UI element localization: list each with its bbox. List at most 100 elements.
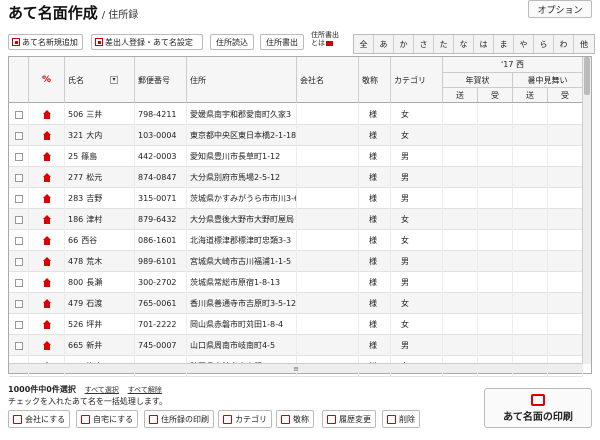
set-home-button[interactable]: 自宅にする (76, 410, 139, 428)
set-company-button[interactable]: 会社にする (8, 410, 71, 428)
row-category: 男 (391, 251, 443, 272)
row-checkbox-cell (9, 272, 29, 293)
table-row[interactable]: 321 大内 103-0004 東京都中央区東日本橋2-1-18 様女 (9, 125, 583, 146)
header-address[interactable]: 住所 (187, 57, 297, 103)
table-row[interactable]: 186 津村 879-6432 大分県豊後大野市大野町屋局様女 (9, 209, 583, 230)
row-mail-cell (443, 230, 478, 251)
row-checkbox[interactable] (14, 173, 23, 182)
row-mail-cell (478, 314, 513, 335)
table-row[interactable]: 283 吉野 315-0071 茨城県かすみがうら市市川3-6 様男 (9, 188, 583, 209)
selection-count: 1000件中0件選択 (8, 385, 76, 394)
kana-tab[interactable]: わ (554, 35, 574, 53)
horizontal-scrollbar[interactable]: ≡ (9, 363, 583, 373)
row-category: 男 (391, 188, 443, 209)
row-company (297, 230, 359, 251)
row-checkbox[interactable] (14, 257, 23, 266)
table-row[interactable]: 506 三井 798-4211 愛媛県南宇和郡愛南町久家3 様女 (9, 104, 583, 125)
row-name: 479 石渡 (65, 293, 135, 314)
row-mail-cell (478, 230, 513, 251)
row-checkbox[interactable] (14, 299, 23, 308)
table-row[interactable]: 665 新井 745-0007 山口県周南市岐南町4-5 様男 (9, 335, 583, 356)
header-type-col[interactable]: % (29, 57, 65, 103)
row-mail-cell (443, 146, 478, 167)
kana-tab[interactable]: た (434, 35, 454, 53)
kana-tab[interactable]: や (514, 35, 534, 53)
table-row[interactable]: 800 長瀬 300-2702 茨城県常総市原宿1-8-13 様男 (9, 272, 583, 293)
header-honorific[interactable]: 敬称 (359, 57, 391, 103)
row-mail-cell (548, 146, 583, 167)
home-icon (42, 320, 51, 329)
table-row[interactable]: 479 石渡 765-0061 香川県善通寺市吉原町3-5-12 様女 (9, 293, 583, 314)
import-button[interactable]: 住所読込 (210, 34, 254, 50)
row-checkbox[interactable] (14, 131, 23, 140)
honorific-icon (281, 414, 290, 424)
row-category: 男 (391, 146, 443, 167)
kana-tab[interactable]: な (454, 35, 474, 53)
print-list-button[interactable]: 住所録の印刷 (144, 410, 214, 428)
row-checkbox[interactable] (14, 320, 23, 329)
sort-icon[interactable]: ▾ (110, 76, 118, 84)
row-checkbox[interactable] (14, 341, 23, 350)
row-category: 女 (391, 314, 443, 335)
print-address-button[interactable]: あて名面の印刷 (484, 388, 592, 428)
row-checkbox[interactable] (14, 194, 23, 203)
export-button[interactable]: 住所書出 (260, 34, 304, 50)
page-subtitle: / 住所録 (101, 10, 139, 21)
kana-tab[interactable]: ま (494, 35, 514, 53)
row-address: 茨城県常総市原宿1-8-13 (187, 272, 297, 293)
export-about-link[interactable]: 住所書出 とは (311, 31, 339, 47)
header-company[interactable]: 会社名 (297, 57, 359, 103)
add-address-label: あて名新規追加 (22, 37, 78, 47)
kana-tab[interactable]: か (394, 35, 414, 53)
kana-tab[interactable]: 全 (354, 35, 374, 53)
kana-tab[interactable]: は (474, 35, 494, 53)
deselect-all-link[interactable]: すべて解除 (128, 386, 162, 394)
sender-settings-label: 差出人登録・あて名設定 (105, 37, 193, 47)
row-mail-cell (443, 272, 478, 293)
kana-tab[interactable]: さ (414, 35, 434, 53)
table-row[interactable]: 66 西谷 086-1601 北海道標津郡標津町忠類3-3 様女 (9, 230, 583, 251)
add-address-button[interactable]: あて名新規追加 (8, 34, 83, 50)
history-change-button[interactable]: 履歴変更 (322, 410, 376, 428)
delete-button[interactable]: 削除 (382, 410, 420, 428)
row-checkbox-cell (9, 167, 29, 188)
row-mail-cell (443, 293, 478, 314)
category-button[interactable]: カテゴリ (218, 410, 272, 428)
sender-settings-button[interactable]: 差出人登録・あて名設定 (91, 34, 203, 50)
folder-icon (223, 414, 232, 424)
header-year: '17 西 (443, 57, 583, 72)
home-icon (42, 278, 51, 287)
table-row[interactable]: 277 松元 874-0847 大分県別府市馬場2-5-12 様男 (9, 167, 583, 188)
delete-label: 削除 (399, 414, 415, 424)
row-type-cell (29, 104, 65, 125)
header-shochu-send: 送 (513, 87, 548, 102)
row-zip: 701-2222 (135, 314, 187, 335)
row-name-text: 石渡 (86, 299, 103, 308)
row-checkbox[interactable] (14, 110, 23, 119)
row-checkbox[interactable] (14, 236, 23, 245)
table-row[interactable]: 526 坪井 701-2222 岡山県赤磐市町苅田1-8-4 様女 (9, 314, 583, 335)
home-icon (42, 215, 51, 224)
row-mail-cell (513, 230, 548, 251)
honorific-button[interactable]: 敬称 (276, 410, 314, 428)
row-company (297, 167, 359, 188)
option-button[interactable]: オプション (528, 0, 592, 18)
header-name[interactable]: 氏名 ▾ (65, 57, 135, 103)
row-checkbox[interactable] (14, 278, 23, 287)
row-company (297, 314, 359, 335)
row-mail-cell (478, 293, 513, 314)
table-row[interactable]: 25 篠島 442-0003 愛知県豊川市長草町1-12 様男 (9, 146, 583, 167)
percent-type-icon: % (41, 75, 52, 85)
header-category[interactable]: カテゴリ (391, 57, 443, 103)
kana-tab[interactable]: 他 (574, 35, 594, 53)
header-zip[interactable]: 郵便番号 (135, 57, 187, 103)
scroll-thumb[interactable] (584, 57, 590, 95)
kana-tab[interactable]: あ (374, 35, 394, 53)
row-checkbox[interactable] (14, 215, 23, 224)
export-about-line1: 住所書出 (311, 31, 339, 39)
table-row[interactable]: 478 荒木 989-6101 宮城県大崎市古川福浦1-1-5 様男 (9, 251, 583, 272)
kana-tab[interactable]: ら (534, 35, 554, 53)
select-all-link[interactable]: すべて選択 (85, 386, 119, 394)
vertical-scrollbar[interactable] (582, 57, 591, 364)
row-checkbox[interactable] (14, 152, 23, 161)
